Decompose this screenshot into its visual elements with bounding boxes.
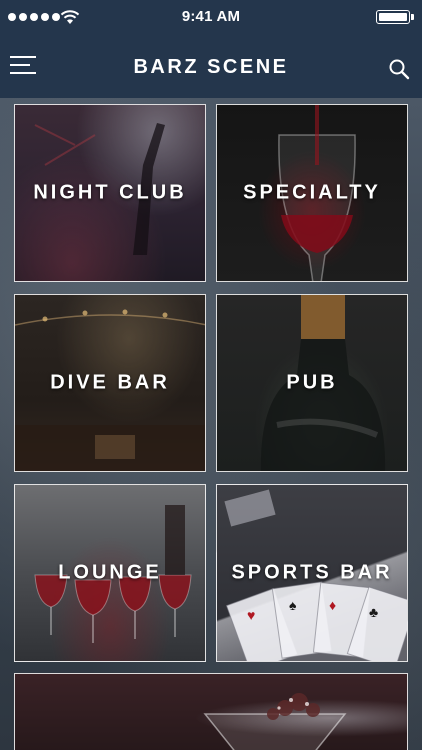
app-title: BARZ SCENE <box>133 56 289 78</box>
svg-text:♣: ♣ <box>369 604 378 620</box>
category-label: LOUNGE <box>58 561 162 584</box>
category-label: SPECIALTY <box>243 181 381 204</box>
search-icon[interactable] <box>388 58 410 80</box>
battery-icon <box>376 10 414 24</box>
category-tile-dive-bar[interactable]: DIVE BAR <box>14 294 206 472</box>
category-label: NIGHT CLUB <box>33 181 187 204</box>
category-tile-lounge[interactable]: LOUNGE <box>14 484 206 662</box>
category-tile-night-club[interactable]: NIGHT CLUB <box>14 104 206 282</box>
status-bar: 9:41 AM <box>0 0 422 34</box>
category-grid: NIGHT CLUB SPECIALTY DIVE BAR PUB LOUNGE… <box>0 98 422 750</box>
category-tile-partial[interactable] <box>14 673 408 750</box>
nav-bar: BARZ SCENE <box>0 34 422 98</box>
cocktail-image <box>203 693 347 750</box>
svg-text:♥: ♥ <box>247 607 255 623</box>
category-tile-sports-bar[interactable]: ♥ ♦ ♠ ♣ SPORTS BAR <box>216 484 408 662</box>
category-label: DIVE BAR <box>50 371 170 394</box>
category-label: PUB <box>286 371 338 394</box>
category-tile-specialty[interactable]: SPECIALTY <box>216 104 408 282</box>
status-time: 9:41 AM <box>181 8 241 25</box>
category-label: SPORTS BAR <box>231 561 393 584</box>
svg-text:♦: ♦ <box>329 597 336 613</box>
category-tile-pub[interactable]: PUB <box>216 294 408 472</box>
svg-text:♠: ♠ <box>289 597 297 613</box>
